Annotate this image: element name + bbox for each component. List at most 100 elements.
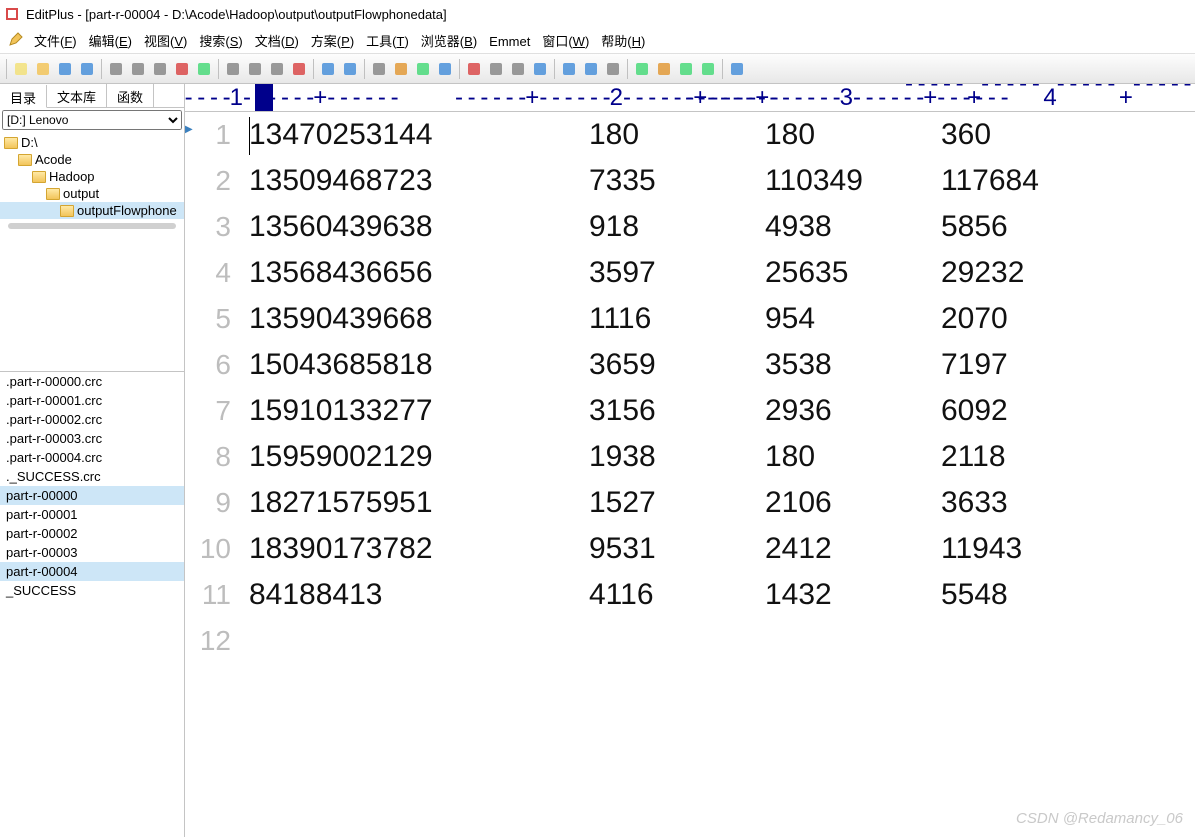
- line-number: 1: [185, 119, 241, 151]
- text-line[interactable]: 113470253144180180360: [185, 112, 1195, 158]
- file-item[interactable]: .part-r-00001.crc: [0, 391, 184, 410]
- file-item[interactable]: part-r-00003: [0, 543, 184, 562]
- font-a-icon[interactable]: [464, 59, 484, 79]
- text-area[interactable]: 1134702531441801803602135094687237335110…: [185, 112, 1195, 837]
- menu-Emmet[interactable]: Emmet: [483, 32, 536, 51]
- file-item[interactable]: part-r-00002: [0, 524, 184, 543]
- menu-H[interactable]: 帮助(H): [595, 32, 651, 51]
- print-icon[interactable]: [128, 59, 148, 79]
- gear-icon[interactable]: [603, 59, 623, 79]
- text-line[interactable]: 31356043963891849385856: [185, 204, 1195, 250]
- file-item[interactable]: part-r-00000: [0, 486, 184, 505]
- replace-icon[interactable]: [391, 59, 411, 79]
- cut-icon[interactable]: [223, 59, 243, 79]
- pencil-icon: [8, 31, 24, 50]
- folder-tree[interactable]: D:\AcodeHadoopoutputoutputFlowphone: [0, 132, 184, 372]
- line-number: 5: [185, 303, 241, 335]
- preview-icon[interactable]: [150, 59, 170, 79]
- find-icon[interactable]: [369, 59, 389, 79]
- tab-directory[interactable]: 目录: [0, 85, 47, 108]
- col-2: 1116: [589, 302, 765, 336]
- col-4: 5548: [941, 578, 1195, 612]
- copy-icon[interactable]: [245, 59, 265, 79]
- refresh-icon[interactable]: [194, 59, 214, 79]
- main-area: 目录 文本库 函数 [D:] Lenovo D:\AcodeHadoopoutp…: [0, 84, 1195, 837]
- tree-item[interactable]: outputFlowphone: [0, 202, 184, 219]
- file-item[interactable]: ._SUCCESS.crc: [0, 467, 184, 486]
- spell-icon[interactable]: [172, 59, 192, 79]
- menu-W[interactable]: 窗口(W): [536, 32, 595, 51]
- hx-icon[interactable]: [508, 59, 528, 79]
- file-item[interactable]: part-r-00004: [0, 562, 184, 581]
- delete-icon[interactable]: [289, 59, 309, 79]
- wrap-icon[interactable]: [530, 59, 550, 79]
- indent-icon[interactable]: [435, 59, 455, 79]
- menu-B[interactable]: 浏览器(B): [415, 32, 483, 51]
- open-icon[interactable]: [33, 59, 53, 79]
- menu-V[interactable]: 视图(V): [138, 32, 193, 51]
- new-icon[interactable]: [11, 59, 31, 79]
- file-item[interactable]: .part-r-00002.crc: [0, 410, 184, 429]
- file-item[interactable]: .part-r-00004.crc: [0, 448, 184, 467]
- watermark: CSDN @Redamancy_06: [1016, 810, 1183, 827]
- text-line[interactable]: 715910133277315629366092: [185, 388, 1195, 434]
- toolbar: [0, 54, 1195, 84]
- tab-functions[interactable]: 函数: [107, 84, 154, 107]
- file-item[interactable]: part-r-00001: [0, 505, 184, 524]
- window3-icon[interactable]: [676, 59, 696, 79]
- goto-icon[interactable]: [413, 59, 433, 79]
- columns-icon[interactable]: [581, 59, 601, 79]
- col-3: 2936: [765, 394, 941, 428]
- window4-icon[interactable]: [698, 59, 718, 79]
- col-2: 7335: [589, 164, 765, 198]
- col-3: 4938: [765, 210, 941, 244]
- file-list[interactable]: .part-r-00000.crc.part-r-00001.crc.part-…: [0, 372, 184, 837]
- saveall-icon[interactable]: [77, 59, 97, 79]
- tree-item[interactable]: Hadoop: [0, 168, 184, 185]
- text-line[interactable]: 10183901737829531241211943: [185, 526, 1195, 572]
- tree-item[interactable]: D:\: [0, 134, 184, 151]
- ruler-mark: - - - - - -+- - - - - -4- - - - - -+- - …: [905, 84, 1195, 112]
- menu-S[interactable]: 搜索(S): [193, 32, 248, 51]
- tree-label: outputFlowphone: [77, 203, 177, 218]
- file-item[interactable]: .part-r-00003.crc: [0, 429, 184, 448]
- redo-icon[interactable]: [340, 59, 360, 79]
- tree-scrollbar[interactable]: [8, 223, 176, 229]
- tree-item[interactable]: Acode: [0, 151, 184, 168]
- text-line[interactable]: 41356843665635972563529232: [185, 250, 1195, 296]
- text-line[interactable]: 51359043966811169542070: [185, 296, 1195, 342]
- text-line[interactable]: 81595900212919381802118: [185, 434, 1195, 480]
- text-cursor: [249, 117, 250, 155]
- text-line[interactable]: 2135094687237335110349117684: [185, 158, 1195, 204]
- window-title: EditPlus - [part-r-00004 - D:\Acode\Hado…: [26, 7, 447, 22]
- undo-icon[interactable]: [318, 59, 338, 79]
- col-4: 29232: [941, 256, 1195, 290]
- save-icon[interactable]: [55, 59, 75, 79]
- tab-cliplib[interactable]: 文本库: [47, 84, 107, 107]
- tree-item[interactable]: output: [0, 185, 184, 202]
- menu-F[interactable]: 文件(F): [28, 32, 83, 51]
- linenum-icon[interactable]: [559, 59, 579, 79]
- menu-P[interactable]: 方案(P): [305, 32, 360, 51]
- text-line[interactable]: 918271575951152721063633: [185, 480, 1195, 526]
- text-line[interactable]: 615043685818365935387197: [185, 342, 1195, 388]
- text-line[interactable]: 12: [185, 618, 1195, 664]
- file-item[interactable]: _SUCCESS: [0, 581, 184, 600]
- copy-icon[interactable]: [106, 59, 126, 79]
- drive-select[interactable]: [D:] Lenovo: [2, 110, 182, 130]
- menu-E[interactable]: 编辑(E): [83, 32, 138, 51]
- text-line[interactable]: 1184188413411614325548: [185, 572, 1195, 618]
- file-item[interactable]: .part-r-00000.crc: [0, 372, 184, 391]
- window1-icon[interactable]: [632, 59, 652, 79]
- help-icon[interactable]: [727, 59, 747, 79]
- ruler-mark: - - - - - -+- - - - - -1- - - - - -+- - …: [185, 84, 398, 112]
- hex-icon[interactable]: [486, 59, 506, 79]
- menu-T[interactable]: 工具(T): [360, 32, 415, 51]
- col-2: 4116: [589, 578, 765, 612]
- line-number: 12: [185, 625, 241, 657]
- window2-icon[interactable]: [654, 59, 674, 79]
- menu-D[interactable]: 文档(D): [249, 32, 305, 51]
- line-number: 9: [185, 487, 241, 519]
- paste-icon[interactable]: [267, 59, 287, 79]
- line-number: 8: [185, 441, 241, 473]
